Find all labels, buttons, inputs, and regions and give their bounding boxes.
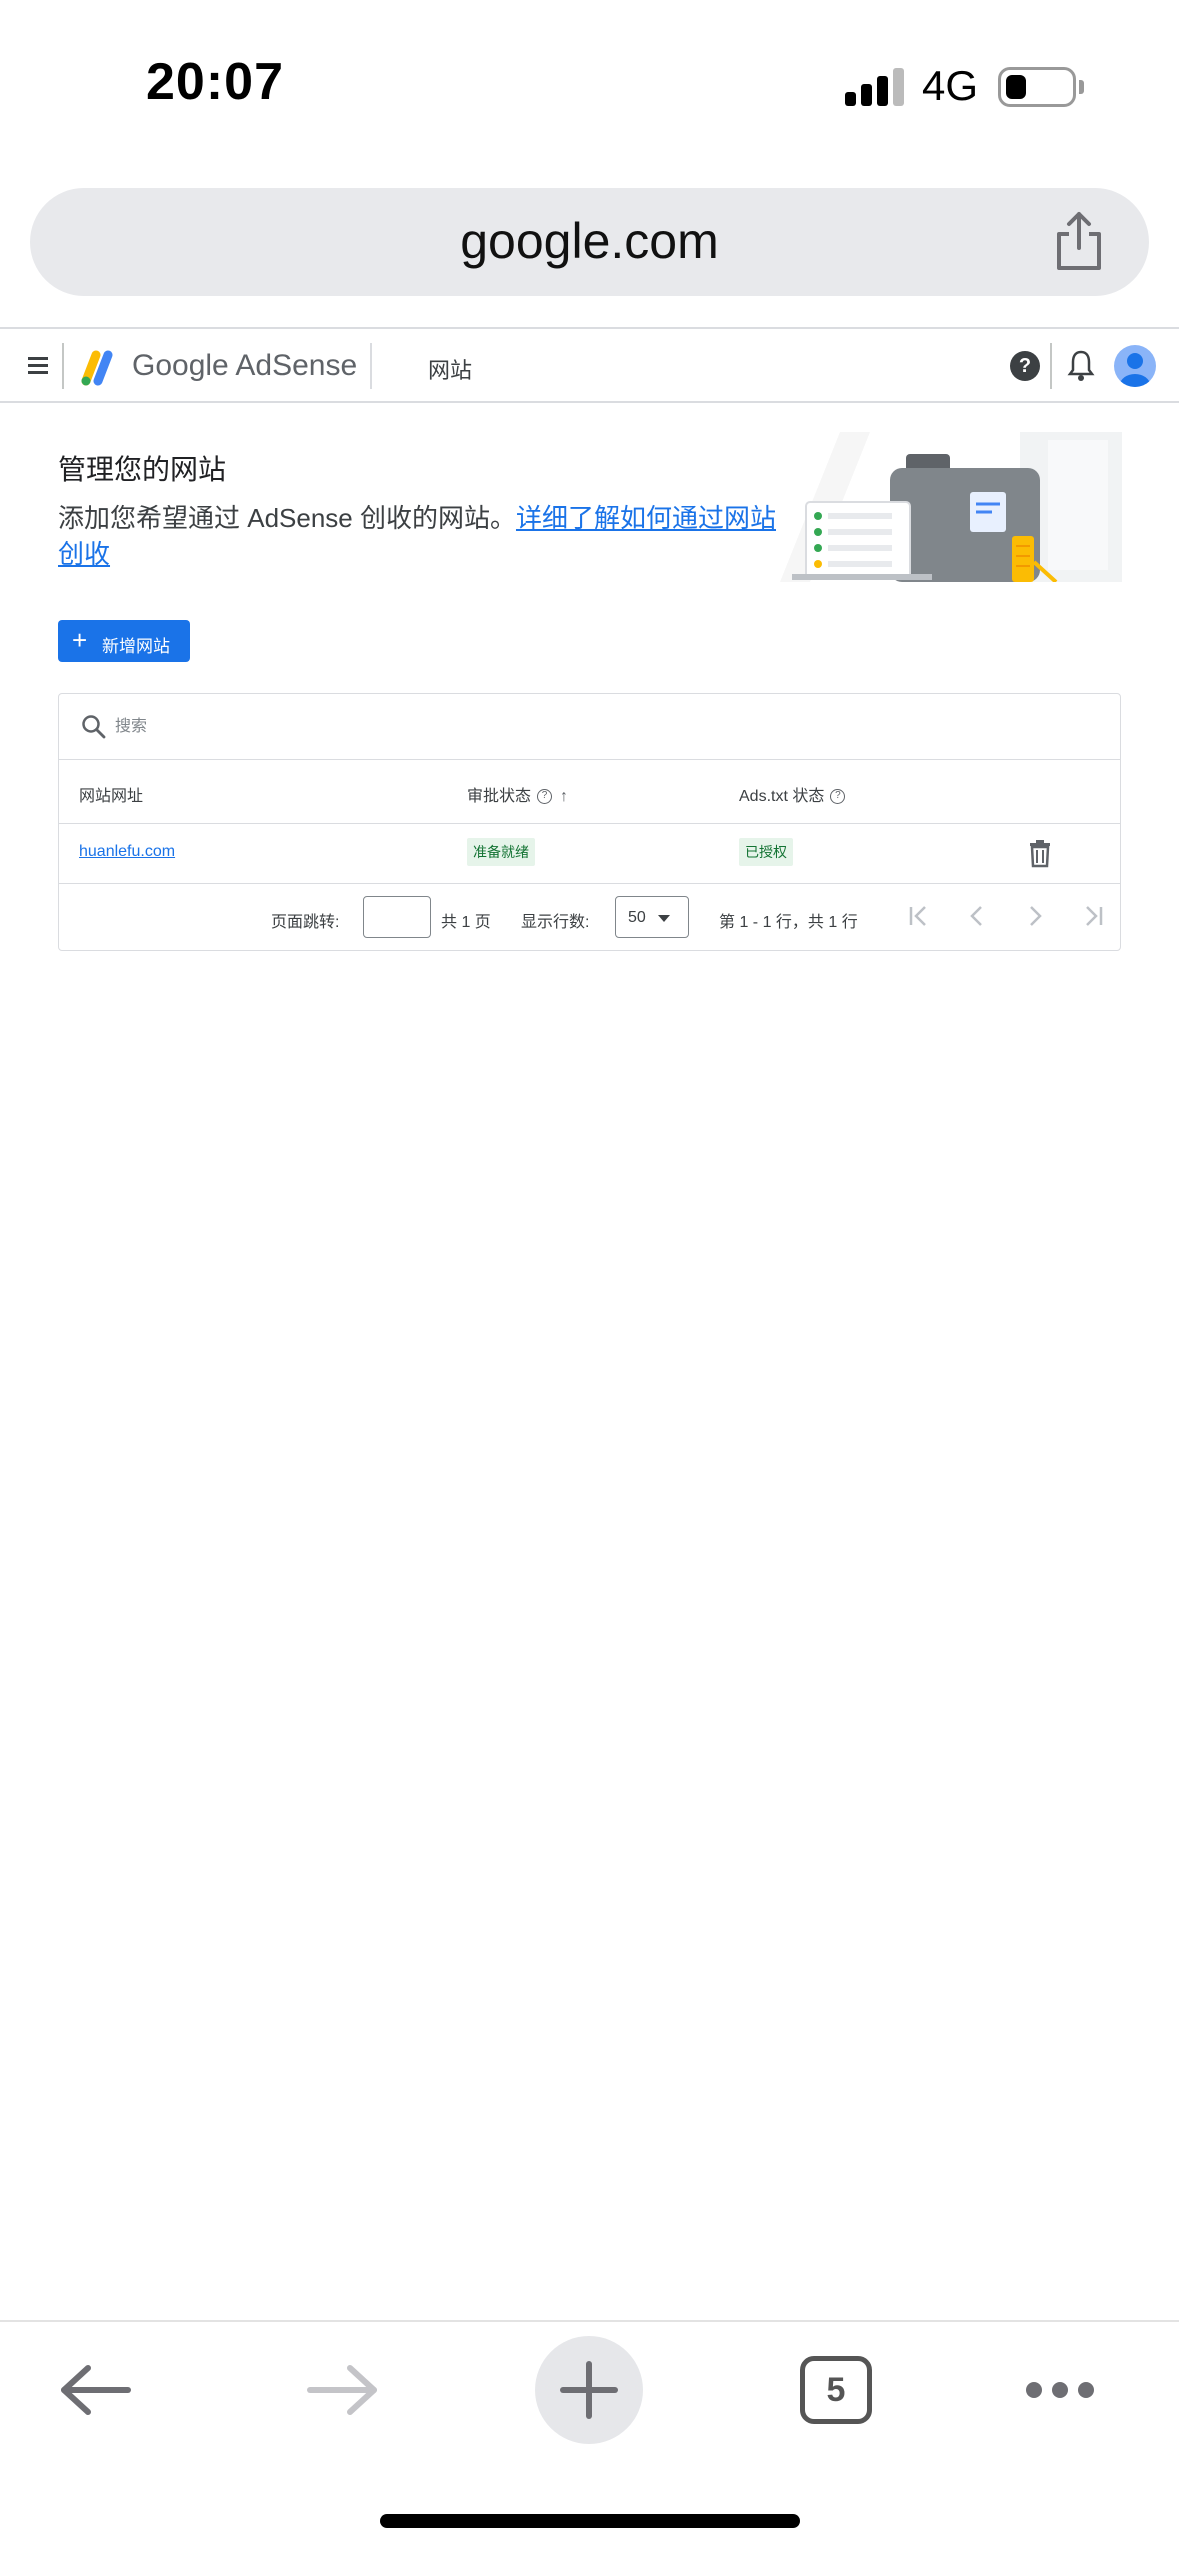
rows-per-page-label: 显示行数: (521, 914, 590, 931)
page-title: 管理您的网站 (58, 454, 227, 485)
tab-switcher-button[interactable]: 5 (800, 2356, 872, 2424)
adsense-logo-icon (81, 350, 113, 386)
site-link[interactable]: huanlefu.com (79, 843, 175, 861)
sort-arrow-up-icon[interactable]: ↑ (560, 788, 568, 806)
total-pages: 共 1 页 (441, 914, 491, 931)
briefcase-illustration (780, 432, 1122, 582)
address-bar[interactable]: google.com (30, 188, 1149, 296)
last-page-icon[interactable] (1079, 902, 1107, 930)
new-tab-button[interactable] (535, 2336, 643, 2444)
previous-page-icon[interactable] (963, 902, 991, 930)
add-site-button[interactable]: + 新增网站 (58, 620, 190, 662)
help-outline-icon[interactable]: ? (830, 789, 846, 805)
range-text: 第 1 - 1 行，共 1 行 (719, 914, 858, 931)
page-jump-label: 页面跳转: (271, 914, 340, 931)
forward-arrow-icon[interactable] (304, 2362, 380, 2418)
status-time: 20:07 (146, 53, 284, 111)
column-site-label: 网站网址 (79, 788, 144, 805)
rows-per-page-value: 50 (628, 909, 646, 926)
more-options-icon[interactable] (1024, 2378, 1096, 2402)
column-header-ads-txt[interactable]: Ads.txt 状态? (739, 782, 846, 806)
column-approval-label: 审批状态 (467, 788, 532, 805)
plus-icon (560, 2361, 618, 2419)
table-header: 网站网址 审批状态? ↑ Ads.txt 状态? (59, 760, 1120, 824)
help-icon[interactable]: ? (1010, 351, 1040, 381)
ads-txt-status-badge: 已授权 (739, 838, 793, 866)
url-text: google.com (460, 213, 719, 269)
delete-icon[interactable] (1027, 838, 1053, 868)
plus-icon: + (72, 625, 88, 655)
first-page-icon[interactable] (905, 902, 933, 930)
intro-text: 添加您希望通过 AdSense 创收的网站。详细了解如何通过网站创收 (58, 500, 778, 572)
pagination: 页面跳转: 共 1 页 显示行数: 50 第 1 - 1 行，共 1 行 (59, 884, 1120, 952)
section-label: 网站 (428, 358, 473, 383)
search-icon (82, 715, 106, 739)
column-ads-txt-label: Ads.txt 状态 (739, 788, 825, 805)
avatar[interactable] (1114, 345, 1156, 387)
back-arrow-icon[interactable] (58, 2362, 134, 2418)
menu-icon[interactable] (16, 343, 64, 389)
signal-icon (845, 66, 905, 106)
column-header-approval[interactable]: 审批状态? ↑ (467, 782, 568, 806)
share-icon[interactable] (1051, 210, 1107, 272)
brand-name: Google AdSense (132, 349, 358, 382)
next-page-icon[interactable] (1021, 902, 1049, 930)
add-site-label: 新增网站 (102, 637, 170, 656)
approval-status-badge: 准备就绪 (467, 838, 535, 866)
search-input[interactable] (115, 710, 1015, 744)
account-icon (1120, 353, 1150, 387)
network-label: 4G (922, 62, 979, 109)
intro-description: 添加您希望通过 AdSense 创收的网站。 (58, 503, 516, 533)
help-outline-icon[interactable]: ? (537, 789, 553, 805)
table-row: huanlefu.com 准备就绪 已授权 (59, 824, 1120, 884)
home-indicator (380, 2514, 800, 2528)
app-header: Google AdSense 网站 ? (0, 327, 1179, 403)
sites-table-card: 网站网址 审批状态? ↑ Ads.txt 状态? huanlefu.com 准备就… (58, 693, 1121, 951)
header-divider (370, 343, 372, 389)
dropdown-caret-icon (658, 915, 670, 922)
status-bar: 20:07 4G (0, 0, 1179, 170)
battery-tip (1079, 80, 1084, 94)
column-header-site[interactable]: 网站网址 (79, 782, 143, 806)
page-jump-input[interactable] (363, 896, 431, 938)
search-row (59, 694, 1120, 760)
notifications-bell-icon[interactable] (1066, 347, 1096, 383)
battery-icon (998, 67, 1076, 107)
header-separator (1050, 343, 1052, 389)
rows-per-page-select[interactable]: 50 (615, 896, 689, 938)
